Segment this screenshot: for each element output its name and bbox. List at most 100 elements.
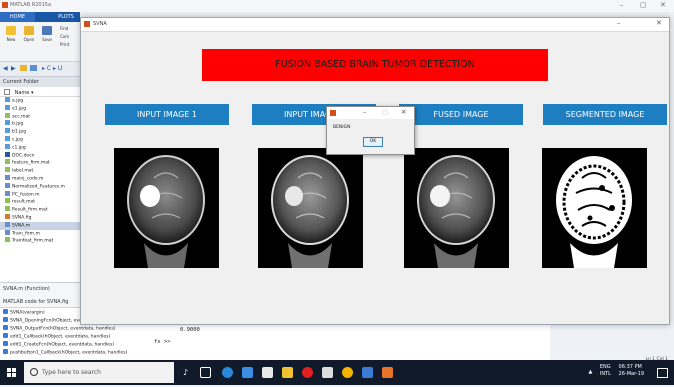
file-list-item[interactable]: result.mat (0, 198, 80, 206)
edge-browser-icon[interactable] (222, 367, 233, 378)
file-list-item[interactable]: mainj_code.m (0, 174, 80, 183)
details-description: MATLAB code for SVNA.fig (3, 299, 69, 305)
network-icon[interactable]: ▲ (588, 369, 592, 375)
function-list-item[interactable]: edit1_Callback(hObject, eventdata, handl… (3, 333, 147, 341)
name-column-label: Name (14, 90, 30, 96)
file-list-item[interactable]: c1.jpg (0, 143, 80, 152)
file-list-item[interactable]: PC_fusion.m (0, 190, 80, 199)
message-text: BENIGN (333, 125, 351, 130)
file-type-icon (5, 135, 10, 141)
command-output-value: 0.9000 (180, 327, 200, 333)
mail-icon[interactable] (322, 367, 333, 378)
file-type-icon (5, 221, 10, 227)
command-prompt[interactable]: fx >> (154, 339, 171, 345)
command-window[interactable]: 0.9000 fx >> (150, 320, 550, 360)
language-indicator[interactable]: ENG INTL (600, 364, 611, 378)
message-box-maximize-icon[interactable]: ▢ (382, 108, 388, 116)
matlab-logo-icon (2, 2, 8, 8)
matlab-window-title: MATLAB R2015a (10, 2, 52, 8)
microphone-icon[interactable]: ♪ (180, 367, 191, 378)
browse-folder-icon[interactable] (30, 65, 37, 71)
windows-logo-icon (7, 368, 16, 377)
up-folder-icon[interactable] (20, 65, 27, 71)
file-name: c.jpg (12, 137, 23, 143)
photos-icon[interactable] (362, 367, 373, 378)
file-list-item[interactable]: feature_firm.mat (0, 159, 80, 167)
function-list-item[interactable]: SVNA_OutputFcn(hObject, eventdata, handl… (3, 325, 147, 333)
opera-icon[interactable] (302, 367, 313, 378)
file-list-item[interactable]: e1.jpg (0, 104, 80, 113)
notification-icon[interactable] (657, 368, 668, 378)
start-button[interactable] (0, 360, 22, 385)
chrome-icon[interactable] (342, 367, 353, 378)
message-box-close-icon[interactable]: ✕ (401, 108, 406, 116)
file-list-item[interactable]: b1.jpg (0, 128, 80, 136)
file-type-icon (5, 128, 10, 134)
clock[interactable]: 06:37 PM 26-Mar-19 (619, 364, 644, 378)
save-button[interactable]: Save (40, 26, 54, 42)
task-view-icon[interactable] (200, 367, 211, 378)
path-chevron-icon[interactable]: ▸ C ▸ U (42, 65, 62, 72)
tab-home[interactable]: HOME (0, 12, 35, 22)
file-list-item[interactable]: DOC.docx (0, 151, 80, 160)
forward-arrow-icon[interactable]: ▶ (11, 65, 16, 72)
desktop-icon[interactable] (242, 367, 253, 378)
function-name: pushbutton1_Callback(hObject, eventdata,… (10, 350, 128, 356)
minimize-icon[interactable]: – (620, 1, 624, 9)
file-list-item[interactable]: Result_firm.mat (0, 206, 80, 214)
fused-image-label: FUSED IMAGE (399, 104, 523, 125)
find-files-button[interactable]: Find (60, 25, 80, 33)
file-type-icon (5, 159, 10, 165)
figure-titlebar: SVNA – ✕ (81, 18, 669, 32)
open-button[interactable]: Open (22, 26, 36, 42)
print-button[interactable]: Print (60, 41, 80, 49)
file-name: c1.jpg (12, 145, 26, 151)
file-type-icon (5, 198, 10, 204)
file-list-item[interactable]: label.mat (0, 167, 80, 175)
function-list-item[interactable]: edit1_CreateFcn(hObject, eventdata, hand… (3, 341, 147, 349)
file-list-item[interactable]: Normalized_Features.m (0, 182, 80, 191)
message-box-titlebar: – ▢ ✕ (327, 107, 414, 119)
file-list-item[interactable]: a.jpg (0, 97, 80, 105)
file-list-item[interactable]: acc.mat (0, 112, 80, 121)
file-list-item[interactable]: Trainfeat_firm.mat (0, 237, 80, 245)
tab-plots[interactable]: PLOTS (52, 12, 80, 22)
svna-figure-window: SVNA – ✕ FUSION BASED BRAIN TUMOR DETECT… (80, 17, 670, 325)
figure-minimize-icon[interactable]: – (617, 19, 621, 27)
name-column-header[interactable]: Name ▾ (0, 87, 80, 97)
file-name: result.mat (12, 199, 36, 205)
file-name: b1.jpg (12, 129, 27, 135)
function-list-item[interactable]: pushbutton1_Callback(hObject, eventdata,… (3, 349, 147, 357)
file-name: Normalized_Features.m (12, 184, 65, 190)
function-icon (3, 317, 8, 322)
message-box-minimize-icon[interactable]: – (363, 108, 366, 116)
file-list-item[interactable]: c.jpg (0, 135, 80, 144)
file-list-item[interactable]: Train_firm.m (0, 229, 80, 238)
back-arrow-icon[interactable]: ◀ (3, 65, 8, 72)
file-list: a.jpg e1.jpg acc.mat b.jpg b1.jpg c.jpg c1.jpg… (0, 97, 80, 282)
open-button-label: Open (23, 37, 35, 42)
figure-close-icon[interactable]: ✕ (656, 19, 662, 27)
open-folder-icon (24, 26, 34, 35)
ok-button[interactable]: OK (363, 137, 383, 147)
file-name: acc.mat (12, 114, 31, 120)
new-button[interactable]: New (4, 26, 18, 42)
file-list-item[interactable]: SVNA.fig (0, 213, 80, 222)
close-icon[interactable]: ✕ (660, 1, 666, 9)
system-tray: ▲ ENG INTL 06:37 PM 26-Mar-19 (588, 364, 644, 378)
matlab-taskbar-icon[interactable] (382, 367, 393, 378)
file-name: e1.jpg (12, 106, 27, 112)
maximize-icon[interactable]: ▢ (640, 1, 647, 9)
figure-title: SVNA (93, 21, 107, 27)
compare-button[interactable]: Com (60, 33, 80, 41)
details-title: SVNA.m (Function) (3, 286, 50, 292)
file-list-item[interactable]: SVNA.m (0, 221, 80, 230)
sort-arrow-icon: ▾ (30, 90, 34, 96)
function-icon (3, 349, 8, 354)
explorer-icon[interactable] (282, 367, 293, 378)
file-name: Trainfeat_firm.mat (12, 238, 54, 244)
store-icon[interactable] (262, 367, 273, 378)
taskbar-search-box[interactable]: Type here to search (24, 362, 174, 383)
file-list-item[interactable]: b.jpg (0, 120, 80, 128)
file-name: b.jpg (12, 121, 24, 127)
